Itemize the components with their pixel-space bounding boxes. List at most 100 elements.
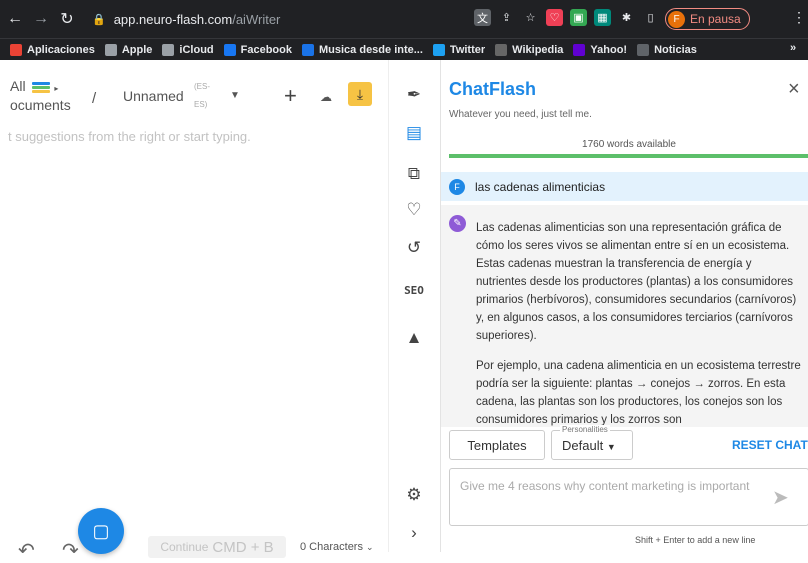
all-docs-label-2: ocuments xyxy=(10,97,71,113)
side-toolbar: ✒ ▤ ⧉ ♡ ↺ SEO ▲ ⚙ › xyxy=(388,60,440,552)
extension-teal-icon[interactable]: ▦ xyxy=(594,9,611,26)
bookmark-label: Aplicaciones xyxy=(27,43,95,56)
editor-bottom-bar: ↶ ↷ ▢ Continue CMD + B 0 Characters ⌄ xyxy=(0,504,388,562)
user-message: F las cadenas alimenticias xyxy=(441,172,808,201)
words-progress-fill xyxy=(449,154,808,158)
char-count-text: 0 Characters xyxy=(300,541,363,553)
add-document-icon[interactable]: + xyxy=(284,83,297,109)
breadcrumb-separator: / xyxy=(92,90,97,107)
words-available: 1760 words available xyxy=(582,139,676,150)
bookmark-icon xyxy=(104,43,117,56)
history-icon[interactable]: ↺ xyxy=(399,235,429,261)
chat-icon[interactable]: ▤ xyxy=(399,120,429,146)
bookmark-icon xyxy=(302,43,314,56)
extension-green-icon[interactable]: ▣ xyxy=(570,9,587,26)
extension-icons: 文 ⇪ ☆ ♡ ▣ ▦ ✱ ▯ xyxy=(474,9,659,26)
bookmark-label: Noticias xyxy=(654,43,697,56)
bookmark-item[interactable]: Wikipedia xyxy=(495,43,564,56)
bookmark-item[interactable]: Yahoo! xyxy=(573,43,628,56)
chevron-down-icon[interactable]: ▼ xyxy=(230,90,240,101)
profile-button[interactable]: F En pausa xyxy=(665,8,750,30)
bookmark-label: Musica desde inte... xyxy=(319,43,423,56)
continue-shortcut: CMD + B xyxy=(212,538,274,556)
continue-button[interactable]: Continue CMD + B xyxy=(148,536,286,558)
url-path: /aiWriter xyxy=(232,11,281,27)
bookmark-item[interactable]: Facebook xyxy=(223,43,292,56)
redo-icon[interactable]: ↷ xyxy=(62,538,79,563)
personality-select[interactable]: Personalities Default ▼ xyxy=(551,425,633,460)
bookmarks-more-icon[interactable]: » xyxy=(790,42,796,54)
bot-paragraph: Las cadenas alimenticias son una represe… xyxy=(476,222,797,342)
reload-icon[interactable]: ↻ xyxy=(56,8,78,30)
doc-header: All ▸ ocuments / Unnamed (ES- ES) ▼ + ☁ ⤓ xyxy=(0,78,388,118)
editor-placeholder-hint[interactable]: t suggestions from the right or start ty… xyxy=(8,129,251,144)
image-generator-icon[interactable]: ⧉ xyxy=(399,161,429,187)
bookmark-item[interactable]: Apple xyxy=(104,43,153,56)
language-label: (ES- ES) xyxy=(194,78,210,114)
ai-writer-icon[interactable]: ✒ xyxy=(399,82,429,108)
seo-tool[interactable]: SEO xyxy=(399,277,429,303)
character-count[interactable]: 0 Characters ⌄ xyxy=(300,541,374,553)
all-docs-label-1: All xyxy=(10,78,26,94)
chat-subtitle: Whatever you need, just tell me. xyxy=(449,109,592,120)
bookmark-star-icon[interactable]: ☆ xyxy=(522,9,539,26)
close-icon[interactable]: × xyxy=(788,78,800,101)
personality-value-text: Default xyxy=(562,438,604,453)
browser-menu-icon[interactable]: ⋮ xyxy=(792,9,806,26)
share-icon[interactable]: ⇪ xyxy=(498,9,515,26)
cloud-save-icon: ☁ xyxy=(320,90,332,104)
chat-bubble-icon: ▢ xyxy=(92,520,110,541)
bookmark-icon xyxy=(637,43,650,56)
translate-icon[interactable]: 文 xyxy=(474,9,491,26)
bookmark-item[interactable]: Musica desde inte... xyxy=(302,43,423,56)
bookmark-icon xyxy=(162,43,175,56)
bookmark-label: Yahoo! xyxy=(590,43,628,56)
seo-label: SEO xyxy=(404,283,424,297)
forward-icon[interactable]: → xyxy=(30,8,52,30)
bookmark-label: Twitter xyxy=(449,43,486,56)
address-bar[interactable]: 🔒 app.neuro-flash.com/aiWriter xyxy=(92,12,280,27)
personalities-label: Personalities xyxy=(560,425,610,434)
bookmark-item[interactable]: Noticias xyxy=(637,43,697,56)
chat-fab-button[interactable]: ▢ xyxy=(78,508,124,554)
favorites-icon[interactable]: ♡ xyxy=(399,197,429,223)
sidepanel-icon[interactable]: ▯ xyxy=(642,9,659,26)
undo-icon[interactable]: ↶ xyxy=(18,538,35,563)
settings-gear-icon[interactable]: ⚙ xyxy=(399,482,429,508)
back-icon[interactable]: ← xyxy=(4,8,26,30)
send-icon[interactable]: ➤ xyxy=(772,485,789,510)
profile-status: En pausa xyxy=(690,12,741,26)
puzzle-icon[interactable]: ✱ xyxy=(618,9,635,26)
personality-value: Default ▼ xyxy=(562,438,616,453)
document-name[interactable]: Unnamed xyxy=(123,88,184,104)
download-icon[interactable]: ⤓ xyxy=(348,82,372,106)
bookmark-item[interactable]: Twitter xyxy=(432,43,486,56)
bookmark-label: iCloud xyxy=(179,43,214,56)
bookmark-item[interactable]: Aplicaciones xyxy=(10,43,95,56)
all-documents-link[interactable]: All ▸ ocuments xyxy=(10,78,71,114)
chat-input-box: ➤ xyxy=(449,468,808,526)
chat-input[interactable] xyxy=(460,477,750,519)
words-progress-bar xyxy=(449,154,808,158)
pocket-icon[interactable]: ♡ xyxy=(546,9,563,26)
user-avatar: F xyxy=(449,178,465,195)
lock-icon: 🔒 xyxy=(92,13,106,26)
bookmark-item[interactable]: iCloud xyxy=(162,43,214,56)
bookmark-icon xyxy=(223,43,236,56)
templates-button[interactable]: Templates xyxy=(449,430,545,460)
lang-line-2: ES) xyxy=(194,100,208,109)
bookmark-label: Apple xyxy=(121,43,153,56)
user-message-text: las cadenas alimenticias xyxy=(475,179,606,194)
shapes-icon[interactable]: ▲ xyxy=(399,325,429,351)
bookmarks-bar: Aplicaciones Apple iCloud Facebook Musica de… xyxy=(0,38,808,60)
bookmark-icon xyxy=(10,43,22,56)
chevron-right-icon[interactable]: › xyxy=(399,520,429,546)
url-host: app.neuro-flash.com xyxy=(113,11,233,27)
editor-pane: All ▸ ocuments / Unnamed (ES- ES) ▼ + ☁ ⤓… xyxy=(0,60,388,562)
document-list-icon xyxy=(32,81,51,94)
bookmark-label: Wikipedia xyxy=(512,43,564,56)
bookmark-icon xyxy=(495,43,508,56)
reset-chat-button[interactable]: RESET CHAT xyxy=(732,438,808,452)
bot-paragraph: Por ejemplo, una cadena alimenticia en u… xyxy=(476,360,801,426)
lang-line-1: (ES- xyxy=(194,82,210,91)
